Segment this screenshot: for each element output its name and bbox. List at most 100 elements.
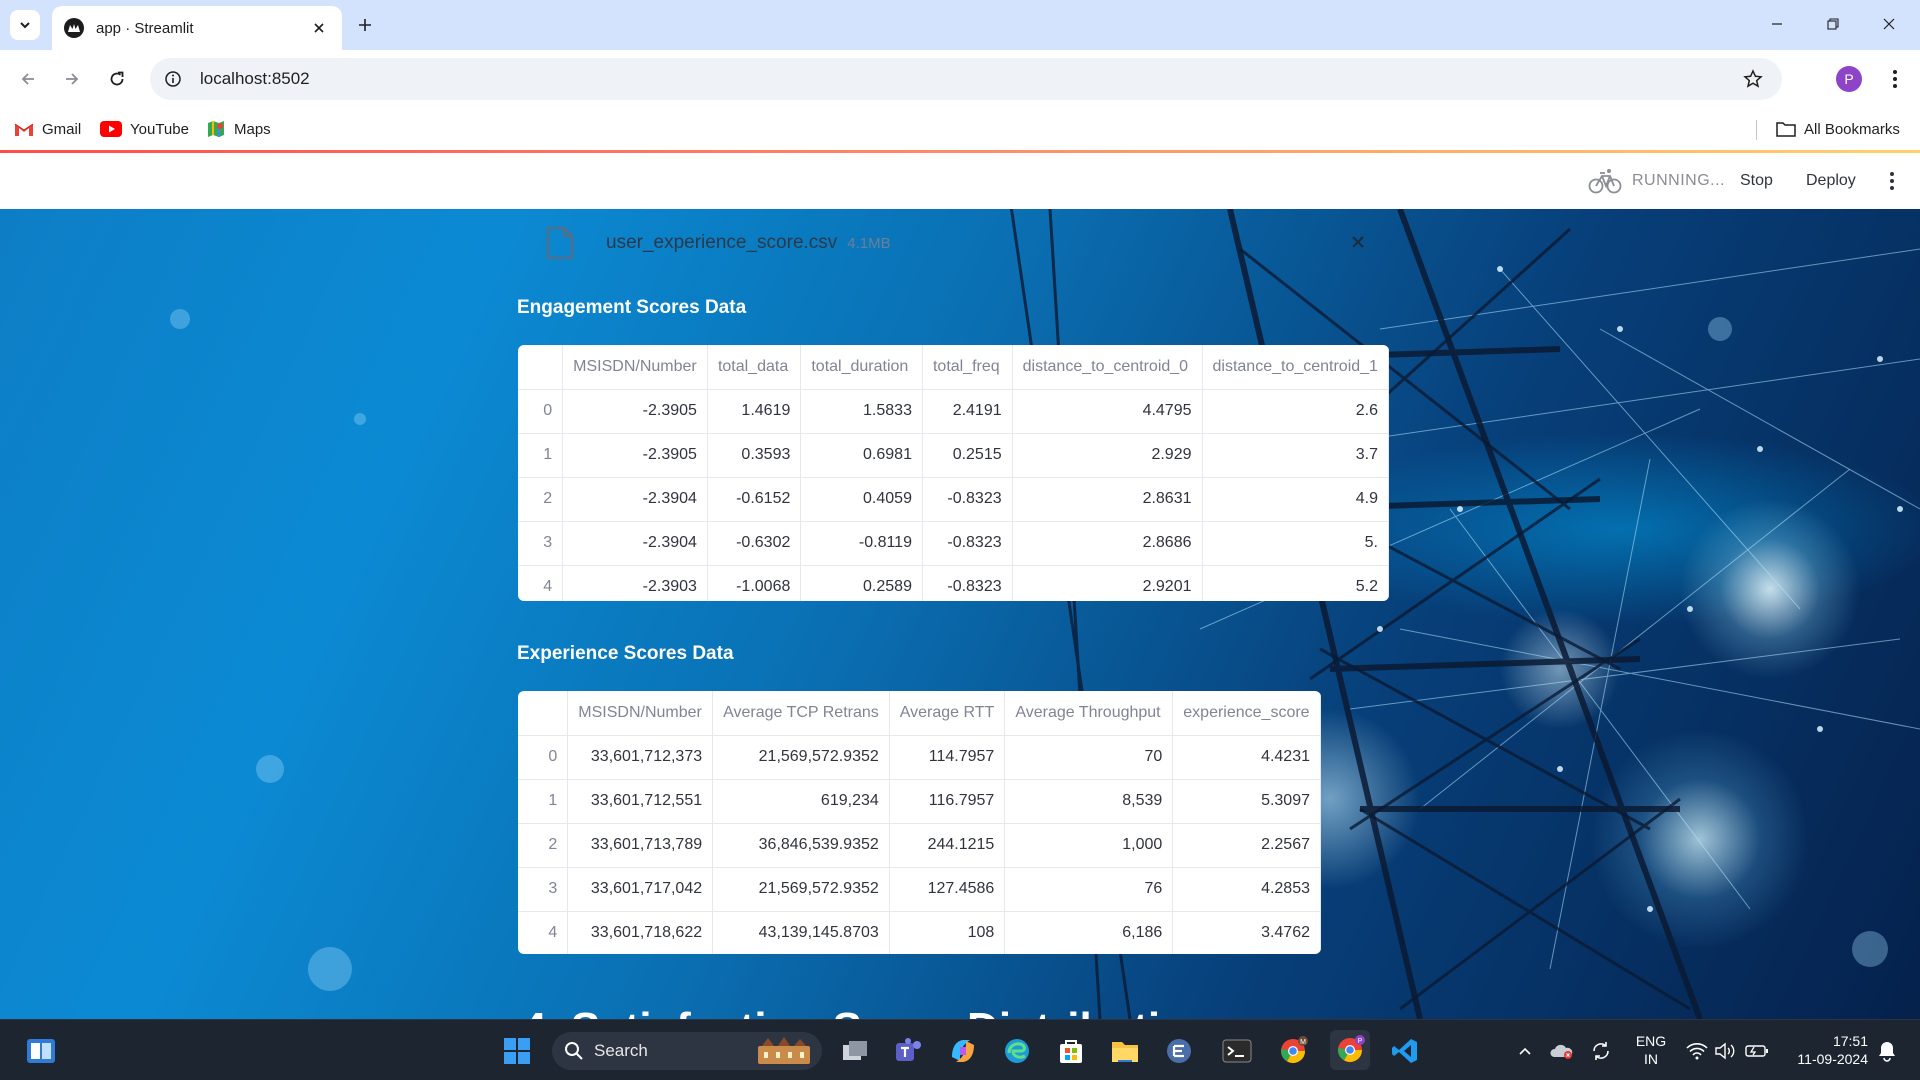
column-header[interactable]: total_freq <box>922 345 1013 390</box>
windows-start-icon[interactable] <box>500 1034 534 1068</box>
row-index[interactable]: 3 <box>518 867 569 912</box>
browser-tab-active[interactable]: app · Streamlit <box>52 6 342 50</box>
notification-bell-icon[interactable] <box>1870 1034 1904 1068</box>
copilot-icon[interactable] <box>946 1034 980 1068</box>
back-icon[interactable] <box>13 64 43 94</box>
chevron-up-icon[interactable] <box>1508 1034 1542 1068</box>
column-header[interactable]: total_data <box>707 345 802 390</box>
table-cell[interactable]: 33,601,713,789 <box>567 823 714 868</box>
table-cell[interactable]: 2.6 <box>1202 389 1389 434</box>
bookmark-gmail[interactable]: Gmail <box>14 116 81 142</box>
table-cell[interactable]: 70 <box>1004 735 1174 780</box>
column-header[interactable]: MSISDN/Number <box>562 345 708 390</box>
language-indicator[interactable]: ENG IN <box>1630 1032 1672 1068</box>
table-cell[interactable]: -2.3904 <box>562 477 708 522</box>
deploy-button[interactable]: Deploy <box>1806 167 1856 195</box>
edge-icon[interactable] <box>1000 1034 1034 1068</box>
column-header[interactable]: Average RTT <box>889 691 1006 736</box>
table-cell[interactable]: 76 <box>1004 867 1174 912</box>
profile-avatar[interactable]: P <box>1836 66 1862 92</box>
bookmark-maps[interactable]: Maps <box>206 116 271 142</box>
store-icon[interactable] <box>1054 1034 1088 1068</box>
table-cell[interactable]: 127.4586 <box>889 867 1006 912</box>
table-cell[interactable]: 4.4231 <box>1172 735 1321 780</box>
column-header[interactable] <box>518 345 564 390</box>
chrome-icon-profile-m[interactable]: M <box>1276 1034 1310 1068</box>
table-cell[interactable]: 1,000 <box>1004 823 1174 868</box>
table-cell[interactable]: 2.8686 <box>1012 521 1203 566</box>
table-cell[interactable]: -1.0068 <box>707 565 802 601</box>
close-icon[interactable] <box>308 17 330 39</box>
table-cell[interactable]: 2.9201 <box>1012 565 1203 601</box>
star-icon[interactable] <box>1740 66 1766 92</box>
vscode-icon[interactable] <box>1388 1034 1422 1068</box>
table-cell[interactable]: 36,846,539.9352 <box>712 823 890 868</box>
table-cell[interactable]: -2.3904 <box>562 521 708 566</box>
row-index[interactable]: 1 <box>518 779 569 824</box>
more-vert-icon[interactable] <box>1882 66 1908 92</box>
table-cell[interactable]: 8,539 <box>1004 779 1174 824</box>
table-cell[interactable]: 6,186 <box>1004 911 1174 954</box>
table-cell[interactable]: 33,601,712,551 <box>567 779 714 824</box>
row-index[interactable]: 3 <box>518 521 564 566</box>
reload-icon[interactable] <box>102 64 132 94</box>
table-cell[interactable]: 21,569,572.9352 <box>712 867 890 912</box>
row-index[interactable]: 2 <box>518 477 564 522</box>
table-cell[interactable]: 2.8631 <box>1012 477 1203 522</box>
table-cell[interactable]: -0.6152 <box>707 477 802 522</box>
tab-search-button[interactable] <box>10 10 40 40</box>
table-cell[interactable]: 21,569,572.9352 <box>712 735 890 780</box>
remove-file-icon[interactable] <box>1346 230 1370 254</box>
table-cell[interactable]: 244.1215 <box>889 823 1006 868</box>
widgets-icon[interactable] <box>24 1034 58 1068</box>
table-cell[interactable]: 5. <box>1202 521 1389 566</box>
file-explorer-icon[interactable] <box>1108 1034 1142 1068</box>
main-menu-icon[interactable] <box>1880 167 1904 195</box>
bookmark-youtube[interactable]: YouTube <box>100 116 189 142</box>
table-cell[interactable]: 619,234 <box>712 779 890 824</box>
column-header[interactable]: Average TCP Retrans <box>712 691 890 736</box>
engagement-dataframe[interactable]: MSISDN/Number total_data total_duration … <box>518 345 1389 601</box>
table-cell[interactable]: 108 <box>889 911 1006 954</box>
column-header[interactable]: experience_score <box>1172 691 1321 736</box>
teams-icon[interactable] <box>892 1034 926 1068</box>
table-cell[interactable]: -2.3903 <box>562 565 708 601</box>
plus-icon[interactable] <box>352 12 378 38</box>
table-cell[interactable]: 0.2515 <box>922 433 1013 478</box>
battery-icon[interactable] <box>1740 1034 1774 1068</box>
table-cell[interactable]: 0.6981 <box>800 433 923 478</box>
table-cell[interactable]: 33,601,712,373 <box>567 735 714 780</box>
table-cell[interactable]: 3.7 <box>1202 433 1389 478</box>
table-cell[interactable]: 0.2589 <box>800 565 923 601</box>
column-header[interactable]: Average Throughput <box>1004 691 1174 736</box>
url-text[interactable]: localhost:8502 <box>200 69 310 89</box>
onedrive-icon[interactable] <box>1544 1034 1578 1068</box>
row-index[interactable]: 4 <box>518 565 564 601</box>
row-index[interactable]: 4 <box>518 911 569 954</box>
minimize-icon[interactable] <box>1754 8 1800 40</box>
forward-icon[interactable] <box>57 64 87 94</box>
table-cell[interactable]: -0.8119 <box>800 521 923 566</box>
column-header[interactable]: distance_to_centroid_1 <box>1202 345 1389 390</box>
table-cell[interactable]: 114.7957 <box>889 735 1006 780</box>
table-cell[interactable]: 2.929 <box>1012 433 1203 478</box>
volume-icon[interactable] <box>1708 1034 1742 1068</box>
experience-dataframe[interactable]: MSISDN/Number Average TCP Retrans Averag… <box>518 691 1321 954</box>
table-cell[interactable]: 1.4619 <box>707 389 802 434</box>
table-cell[interactable]: -0.8323 <box>922 521 1013 566</box>
table-cell[interactable]: 5.3097 <box>1172 779 1321 824</box>
row-index[interactable]: 1 <box>518 433 564 478</box>
column-header[interactable]: MSISDN/Number <box>567 691 714 736</box>
table-cell[interactable]: 0.3593 <box>707 433 802 478</box>
table-cell[interactable]: 4.4795 <box>1012 389 1203 434</box>
table-cell[interactable]: -0.8323 <box>922 477 1013 522</box>
table-cell[interactable]: 33,601,718,622 <box>567 911 714 954</box>
row-index[interactable]: 2 <box>518 823 569 868</box>
column-header[interactable] <box>518 691 569 736</box>
table-cell[interactable]: 33,601,717,042 <box>567 867 714 912</box>
row-index[interactable]: 0 <box>518 389 564 434</box>
table-cell[interactable]: 4.2853 <box>1172 867 1321 912</box>
table-cell[interactable]: 2.2567 <box>1172 823 1321 868</box>
task-view-icon[interactable] <box>838 1034 872 1068</box>
column-header[interactable]: distance_to_centroid_0 <box>1012 345 1203 390</box>
